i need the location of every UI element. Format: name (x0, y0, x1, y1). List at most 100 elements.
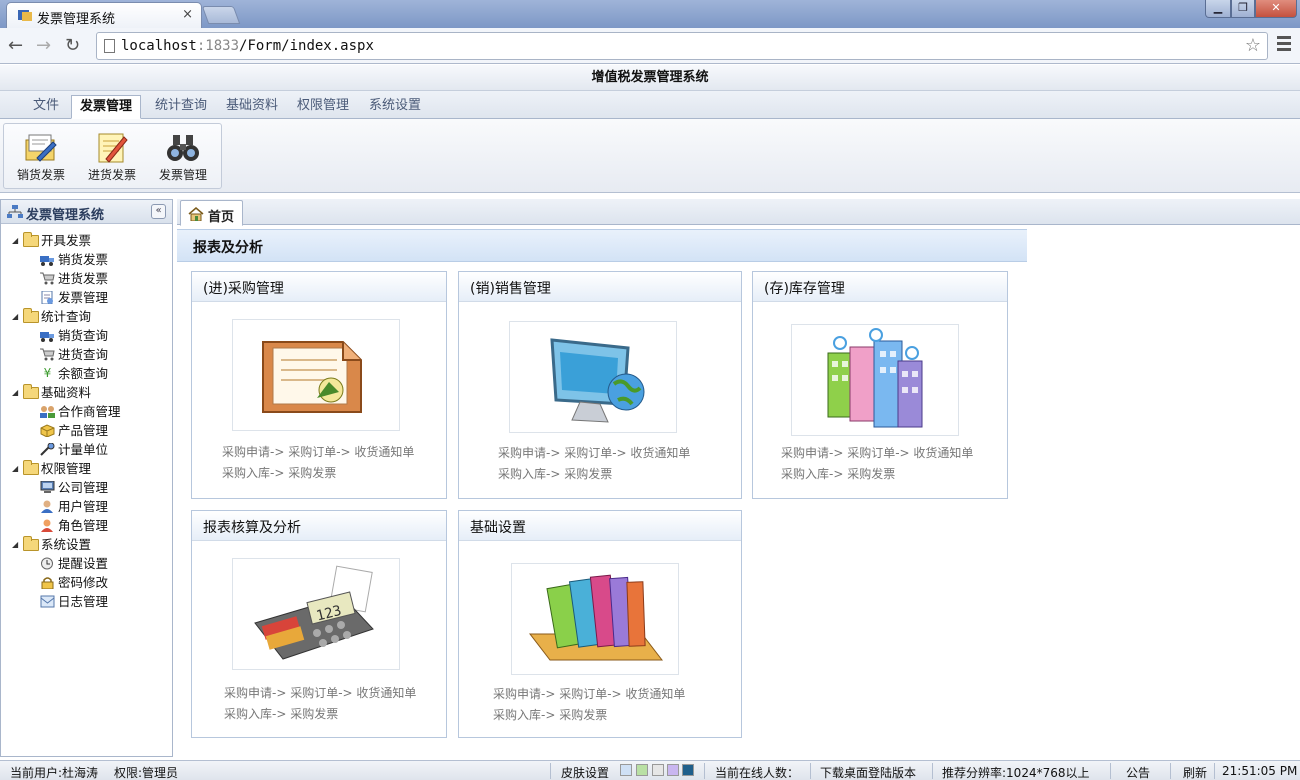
expand-arrow-icon[interactable]: ◢ (12, 383, 18, 402)
panel-image[interactable] (232, 319, 400, 431)
panel-workflow-line[interactable]: 采购入库-> 采购发票 (781, 464, 973, 485)
expand-arrow-icon[interactable]: ◢ (12, 535, 18, 554)
skin-swatch[interactable] (682, 764, 694, 776)
window-close-button[interactable]: ✕ (1255, 0, 1297, 18)
back-icon[interactable]: ← (8, 35, 23, 56)
skin-swatch[interactable] (620, 764, 632, 776)
content-tab-bar: 首页 (177, 199, 1300, 226)
tree-item-unit-of-measure[interactable]: 计量单位 (1, 440, 172, 459)
skin-swatch[interactable] (636, 764, 648, 776)
tab-file[interactable]: 文件 (25, 95, 67, 119)
ribbon-purchase-invoice-button[interactable]: 进货发票 (78, 128, 146, 188)
tab-home[interactable]: 首页 (180, 200, 243, 226)
log-icon (40, 595, 55, 608)
panel-links: 采购申请-> 采购订单-> 收货通知单 采购入库-> 采购发票 (781, 443, 973, 485)
main-menu-tabs: 文件 发票管理 统计查询 基础资料 权限管理 系统设置 (0, 91, 1300, 119)
bookmark-star-icon[interactable]: ☆ (1245, 35, 1261, 56)
tree-item-user-management[interactable]: 用户管理 (1, 497, 172, 516)
expand-arrow-icon[interactable]: ◢ (12, 307, 18, 326)
tree-item-sales-invoice[interactable]: 销货发票 (1, 250, 172, 269)
notice-link[interactable]: 公告 (1126, 764, 1150, 780)
tree-item-sales-query[interactable]: 销货查询 (1, 326, 172, 345)
panel-workflow-line[interactable]: 采购申请-> 采购订单-> 收货通知单 (498, 443, 690, 464)
panel-header: (存)库存管理 (753, 272, 1007, 302)
download-desktop-link[interactable]: 下载桌面登陆版本 (820, 764, 916, 780)
tree-item-invoice-management[interactable]: 发票管理 (1, 288, 172, 307)
tree-item-product-management[interactable]: 产品管理 (1, 421, 172, 440)
skin-swatch[interactable] (667, 764, 679, 776)
org-tree-icon (7, 205, 23, 218)
browser-tab[interactable]: 发票管理系统 × (6, 2, 202, 28)
panel-sales-management[interactable]: (销)销售管理 采购申请-> 采购订单-> 收货通知单 采购入库-> 采购发票 (458, 271, 742, 499)
tree-group-permissions[interactable]: ◢ 权限管理 (1, 459, 172, 478)
panel-image[interactable] (509, 321, 677, 433)
panel-basic-settings[interactable]: 基础设置 采购申请-> 采购订单-> 收货通知单 采购入库-> 采购发票 (458, 510, 742, 738)
browser-menu-icon[interactable] (1277, 36, 1291, 54)
tree-item-reminder-settings[interactable]: 提醒设置 (1, 554, 172, 573)
panel-workflow-line[interactable]: 采购申请-> 采购订单-> 收货通知单 (493, 684, 685, 705)
tab-statistics[interactable]: 统计查询 (147, 95, 215, 119)
tree-item-company-management[interactable]: 公司管理 (1, 478, 172, 497)
panel-workflow-line[interactable]: 采购申请-> 采购订单-> 收货通知单 (224, 683, 416, 704)
tab-permissions[interactable]: 权限管理 (289, 95, 357, 119)
tab-close-icon[interactable]: × (182, 7, 193, 22)
ribbon-label: 销货发票 (16, 168, 65, 182)
browser-title-bar: 发票管理系统 × ▁ ❐ ✕ (0, 0, 1300, 28)
panel-image[interactable]: 123 (232, 558, 400, 670)
panel-title: 基础设置 (470, 520, 526, 536)
panel-purchase-management[interactable]: (进)采购管理 采购申请-> 采购订单-> 收货通知单 采购入库-> 采购发票 (191, 271, 447, 499)
ribbon-sales-invoice-button[interactable]: 销货发票 (7, 128, 75, 188)
calculator-icon: 123 (254, 565, 374, 660)
tree-item-log-management[interactable]: 日志管理 (1, 592, 172, 611)
folder-icon (23, 232, 39, 247)
expand-arrow-icon[interactable]: ◢ (12, 459, 18, 478)
divider (1170, 763, 1171, 779)
address-bar[interactable]: localhost:1833/Form/index.aspx ☆ (96, 32, 1268, 60)
tab-system-settings[interactable]: 系统设置 (361, 95, 429, 119)
refresh-link[interactable]: 刷新 (1183, 764, 1207, 780)
expand-arrow-icon[interactable]: ◢ (12, 231, 18, 250)
ribbon-invoice-management-button[interactable]: 发票管理 (149, 128, 217, 188)
tree-item-purchase-query[interactable]: 进货查询 (1, 345, 172, 364)
home-tab-label: 首页 (208, 210, 235, 225)
skin-settings-label: 皮肤设置 (561, 766, 610, 780)
skin-swatch[interactable] (652, 764, 664, 776)
panel-workflow-line[interactable]: 采购申请-> 采购订单-> 收货通知单 (781, 443, 973, 464)
lock-icon (41, 577, 54, 589)
panel-image[interactable] (791, 324, 959, 436)
panel-workflow-line[interactable]: 采购入库-> 采购发票 (224, 704, 416, 725)
tree-group-issue-invoice[interactable]: ◢ 开具发票 (1, 231, 172, 250)
tree-item-partner-management[interactable]: 合作商管理 (1, 402, 172, 421)
panel-workflow-line[interactable]: 采购申请-> 采购订单-> 收货通知单 (222, 442, 414, 463)
binoculars-icon (167, 135, 199, 161)
folder-icon (23, 308, 39, 323)
tree-item-balance-query[interactable]: ¥ 余额查询 (1, 364, 172, 383)
tab-invoice-management[interactable]: 发票管理 (71, 95, 142, 119)
tree-group-statistics[interactable]: ◢ 统计查询 (1, 307, 172, 326)
recommended-resolution: 推荐分辨率:1024*768以上 (942, 766, 1090, 780)
ribbon-group: 销货发票 进货发票 发票管理 (3, 123, 222, 189)
sales-invoice-icon (25, 134, 57, 162)
document-icon (41, 291, 53, 304)
tree-item-purchase-invoice[interactable]: 进货发票 (1, 269, 172, 288)
panel-workflow-line[interactable]: 采购入库-> 采购发票 (222, 463, 414, 484)
panel-report-analysis[interactable]: 报表核算及分析 123 采购申请-> 采购订单-> 收货通知单 采购入库-> 采… (191, 510, 447, 738)
new-tab-button[interactable] (201, 6, 241, 24)
minimize-button[interactable]: ▁ (1205, 0, 1231, 18)
forward-icon[interactable]: → (36, 35, 51, 56)
panel-workflow-line[interactable]: 采购入库-> 采购发票 (493, 705, 685, 726)
tree-group-system-settings[interactable]: ◢ 系统设置 (1, 535, 172, 554)
tree-item-role-management[interactable]: 角色管理 (1, 516, 172, 535)
cart-icon (40, 348, 55, 361)
panel-image[interactable] (511, 563, 679, 675)
panel-links: 采购申请-> 采购订单-> 收货通知单 采购入库-> 采购发票 (224, 683, 416, 725)
tree-group-basic-data[interactable]: ◢ 基础资料 (1, 383, 172, 402)
tab-basic-data[interactable]: 基础资料 (218, 95, 286, 119)
reload-icon[interactable]: ↻ (65, 35, 80, 56)
tree-item-change-password[interactable]: 密码修改 (1, 573, 172, 592)
app-title: 增值税发票管理系统 (0, 65, 1300, 91)
panel-workflow-line[interactable]: 采购入库-> 采购发票 (498, 464, 690, 485)
collapse-sidebar-button[interactable]: « (151, 204, 166, 219)
panel-inventory-management[interactable]: (存)库存管理 采购申请-> 采购订单-> 收货通知单 采购入库-> 采购发票 (752, 271, 1008, 499)
maximize-button[interactable]: ❐ (1231, 0, 1255, 18)
